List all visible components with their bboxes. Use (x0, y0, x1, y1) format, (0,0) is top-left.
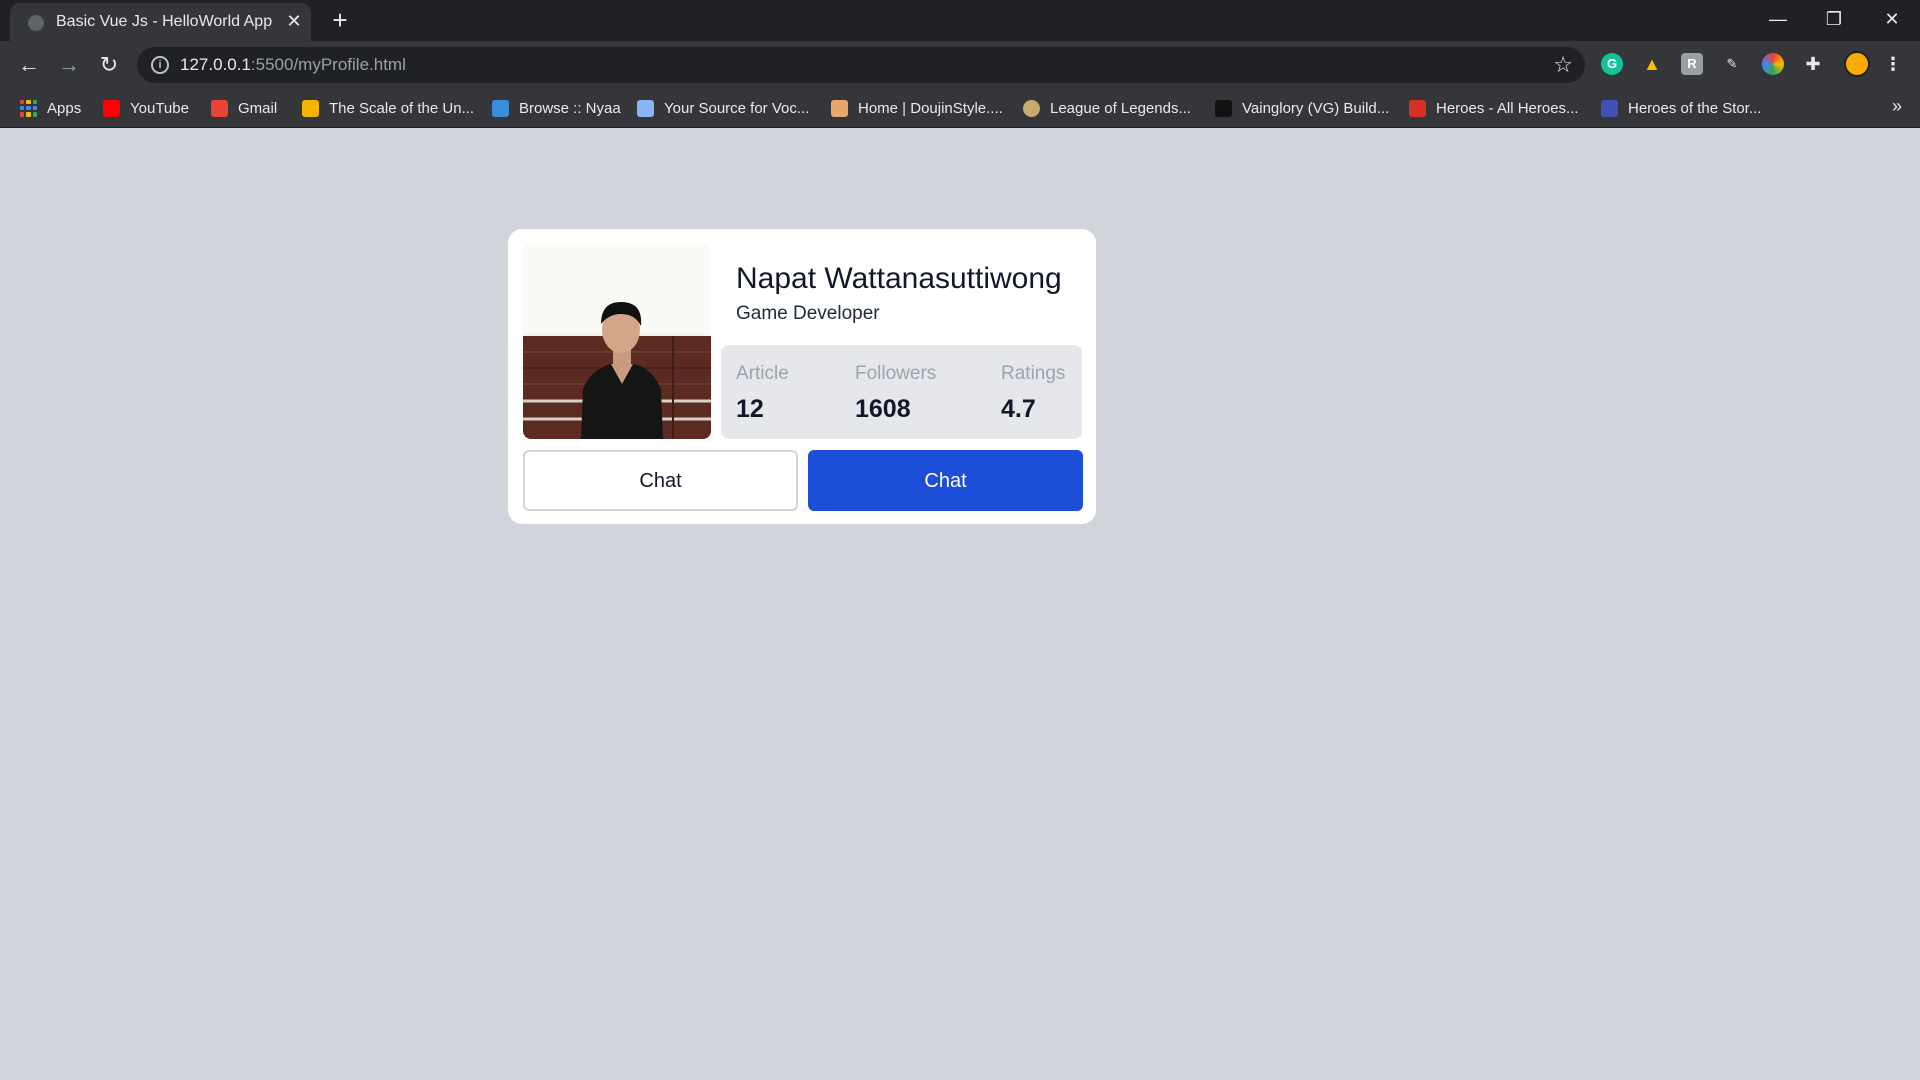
new-tab-button[interactable]: + (326, 6, 354, 34)
bookmark-league[interactable]: League of Legends... (1023, 94, 1191, 122)
close-window-button[interactable]: ✕ (1864, 0, 1920, 40)
bookmark-scale-universe[interactable]: The Scale of the Un... (302, 94, 474, 122)
browser-chrome: Basic Vue Js - HelloWorld App ✕ + — ❐ ✕ … (0, 0, 1920, 128)
bookmark-apps[interactable]: Apps (20, 94, 81, 122)
bookmark-vainglory[interactable]: Vainglory (VG) Build... (1215, 94, 1389, 122)
tab-close-icon[interactable]: ✕ (282, 9, 306, 33)
profile-role: Game Developer (736, 303, 880, 324)
bookmarks-bar: Apps YouTube Gmail The Scale of the Un..… (0, 88, 1920, 128)
stat-label: Article (736, 363, 789, 384)
bookmark-label: Browse :: Nyaa (519, 99, 621, 117)
grammarly-icon[interactable]: G (1601, 53, 1623, 75)
url-path: :5500/myProfile.html (250, 55, 406, 74)
bookmark-vocaloid[interactable]: Your Source for Voc... (637, 94, 809, 122)
bookmark-label: Heroes - All Heroes... (1436, 99, 1579, 117)
stat-followers: Followers 1608 (855, 363, 936, 424)
menu-kebab-icon[interactable]: ⋮ (1882, 53, 1904, 75)
profile-photo (523, 244, 711, 439)
forward-arrow-icon[interactable]: → (53, 49, 85, 81)
site-info-icon[interactable]: i (151, 56, 169, 74)
minimize-button[interactable]: — (1750, 0, 1806, 40)
bookmark-star-icon[interactable]: ☆ (1553, 52, 1573, 78)
bookmark-youtube[interactable]: YouTube (103, 94, 189, 122)
more-bookmarks-icon[interactable]: » (1892, 96, 1902, 117)
stat-value: 12 (736, 395, 764, 423)
bookmark-label: Heroes of the Stor... (1628, 99, 1762, 117)
league-icon (1023, 99, 1040, 117)
chat-primary-button[interactable]: Chat (808, 450, 1083, 511)
vainglory-icon (1215, 99, 1232, 117)
cursor-extension-icon[interactable]: ✎ (1721, 53, 1743, 75)
stat-value: 1608 (855, 395, 911, 423)
restore-button[interactable]: ❐ (1806, 0, 1862, 40)
tab-strip: Basic Vue Js - HelloWorld App ✕ + — ❐ ✕ (0, 0, 1920, 41)
bookmark-label: Your Source for Voc... (664, 99, 810, 117)
address-bar[interactable]: i 127.0.0.1:5500/myProfile.html ☆ (137, 47, 1585, 83)
browser-tab[interactable]: Basic Vue Js - HelloWorld App ✕ (10, 3, 311, 41)
back-arrow-icon[interactable]: ← (13, 49, 45, 81)
browser-toolbar: ← → ↻ i 127.0.0.1:5500/myProfile.html ☆ … (0, 41, 1920, 88)
chat-outline-button[interactable]: Chat (523, 450, 798, 511)
bookmark-label: Vainglory (VG) Build... (1242, 99, 1390, 117)
bookmark-heroes-all[interactable]: Heroes - All Heroes... (1409, 94, 1579, 122)
bookmark-gmail[interactable]: Gmail (211, 94, 277, 122)
stat-ratings: Ratings 4.7 (1001, 363, 1065, 424)
bookmark-label: Home | DoujinStyle.... (858, 99, 1003, 117)
vocaloid-icon (637, 99, 654, 117)
apps-grid-icon (20, 99, 37, 117)
url-host: 127.0.0.1 (180, 55, 251, 74)
bookmark-label: League of Legends... (1050, 99, 1191, 117)
profile-avatar-icon[interactable] (1844, 51, 1870, 77)
color-picker-icon[interactable] (1762, 53, 1784, 75)
hots-icon (1601, 99, 1618, 117)
bookmark-heroes-storm[interactable]: Heroes of the Stor... (1601, 94, 1761, 122)
tab-favicon-icon (28, 15, 44, 31)
bookmark-nyaa[interactable]: Browse :: Nyaa (492, 94, 621, 122)
url-text: 127.0.0.1:5500/myProfile.html (180, 55, 406, 75)
page-viewport: Napat Wattanasuttiwong Game Developer Ar… (0, 129, 1920, 1080)
profile-card: Napat Wattanasuttiwong Game Developer Ar… (508, 229, 1096, 524)
extension-icon[interactable]: R (1681, 53, 1703, 75)
bookmark-label: The Scale of the Un... (329, 99, 475, 117)
stat-article: Article 12 (736, 363, 789, 424)
profile-photo-image (523, 244, 711, 439)
profile-name: Napat Wattanasuttiwong (736, 262, 1062, 295)
puzzle-icon[interactable]: ✚ (1802, 53, 1824, 75)
bookmark-label: Gmail (238, 99, 278, 117)
stat-label: Followers (855, 363, 937, 384)
nyaa-icon (492, 99, 509, 117)
reload-icon[interactable]: ↻ (93, 49, 125, 81)
bookmark-label: Apps (47, 99, 82, 117)
stats-panel: Article 12 Followers 1608 Ratings 4.7 (721, 345, 1082, 439)
google-drive-icon[interactable]: ▲ (1641, 53, 1663, 75)
heroes-d-icon (1409, 99, 1426, 117)
tab-title: Basic Vue Js - HelloWorld App (56, 13, 273, 30)
doujinstyle-icon (831, 99, 848, 117)
youtube-icon (103, 99, 120, 117)
stat-value: 4.7 (1001, 395, 1036, 423)
scale-icon (302, 99, 319, 117)
bookmark-doujinstyle[interactable]: Home | DoujinStyle.... (831, 94, 1003, 122)
stat-label: Ratings (1001, 363, 1066, 384)
bookmark-label: YouTube (130, 99, 189, 117)
gmail-icon (211, 99, 228, 117)
